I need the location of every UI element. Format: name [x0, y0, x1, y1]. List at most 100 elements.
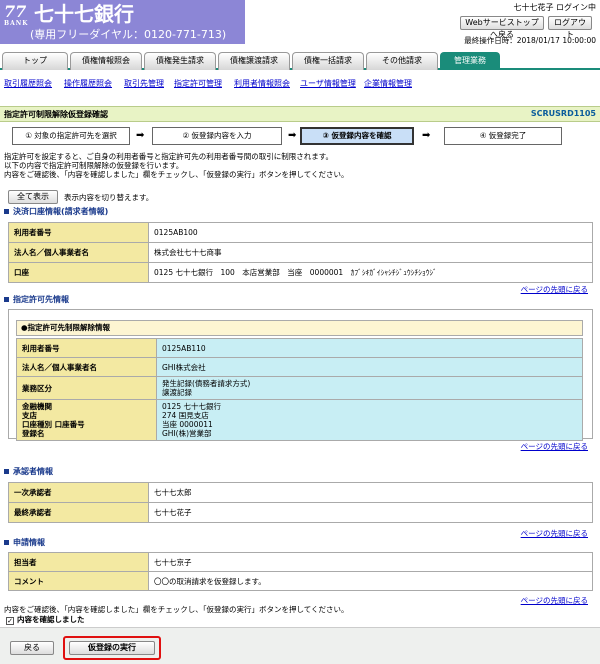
submenu: 取引履歴照会 操作履歴照会 取引先管理 指定許可管理 利用者情報照会 ユーザ情報… — [0, 72, 600, 96]
field-label: 口座種別 口座番号 — [22, 420, 85, 429]
field-value: 0125 七十七銀行 100 本店営業部 当座 0000001 ｶﾌﾞｼｷｶﾞｲ… — [148, 262, 593, 283]
field-label: 口座 — [8, 262, 149, 283]
confirm-checkbox-row[interactable]: ✓ 内容を確認しました — [6, 614, 85, 625]
bank-logo: 77 BANK — [4, 4, 30, 30]
table-row: 口座 0125 七十七銀行 100 本店営業部 当座 0000001 ｶﾌﾞｼｷｶ… — [8, 262, 593, 283]
field-value: 0125AB100 — [148, 222, 593, 243]
business-type-value: 発生記録(債務者請求方式) 譲渡記録 — [156, 376, 583, 400]
field-label: 金融機関 — [22, 402, 52, 411]
web-service-top-button[interactable]: Webサービストップへ戻る — [460, 16, 544, 39]
submenu-company-management[interactable]: 企業情報管理 — [364, 78, 412, 89]
header: 77 BANK 七十七銀行 (専用フリーダイヤル：0120-771-713) 七… — [0, 0, 600, 52]
arrow-icon: ➡ — [422, 130, 431, 141]
permitted-subheading: ●指定許可先制限解除情報 — [16, 320, 583, 336]
step-1: ① 対象の指定許可先を選択 — [12, 127, 130, 145]
tab-claim-issue[interactable]: 債権発生請求 — [144, 52, 216, 70]
application-table: 担当者 七十七京子 コメント 〇〇の取消請求を仮登録します。 — [8, 552, 593, 591]
field-value: 七十七花子 — [148, 502, 593, 523]
table-row: 金融機関 支店 口座種別 口座番号 登録名 0125 七十七銀行 274 国見支… — [16, 399, 583, 441]
account-values: 0125 七十七銀行 274 国見支店 当座 0000011 GHI(株)営業部 — [156, 399, 583, 441]
section-approver-heading: 承認者情報 — [4, 466, 53, 477]
table-row: 利用者番号 0125AB100 — [8, 222, 593, 243]
field-value: 七十七京子 — [148, 552, 593, 572]
page-top-link[interactable]: ページの先頭に戻る — [521, 528, 588, 539]
field-value: 〇〇の取消請求を仮登録します。 — [148, 571, 593, 591]
submenu-user-info[interactable]: 利用者情報照会 — [234, 78, 290, 89]
table-row: 法人名／個人事業者名 株式会社七十七商事 — [8, 242, 593, 263]
table-row: 利用者番号 0125AB110 — [16, 338, 583, 358]
field-label: 一次承認者 — [8, 482, 149, 503]
field-label: 利用者番号 — [8, 222, 149, 243]
step-2: ② 仮登録内容を入力 — [152, 127, 282, 145]
submenu-operation-history[interactable]: 操作履歴照会 — [64, 78, 112, 89]
page-title: 指定許可制限解除仮登録確認 — [4, 110, 108, 119]
step-4: ④ 仮登録完了 — [444, 127, 562, 145]
field-label: 業務区分 — [16, 376, 157, 400]
tab-other-request[interactable]: その他請求 — [366, 52, 438, 70]
back-button[interactable]: 戻る — [10, 641, 54, 655]
bank-name: 七十七銀行 — [34, 2, 134, 26]
field-value: 0125AB110 — [156, 338, 583, 358]
field-label: 利用者番号 — [16, 338, 157, 358]
table-row: 担当者 七十七京子 — [8, 552, 593, 572]
table-row: コメント 〇〇の取消請求を仮登録します。 — [8, 571, 593, 591]
arrow-icon: ➡ — [136, 130, 145, 141]
approver-table: 一次承認者 七十七太郎 最終承認者 七十七花子 — [8, 482, 593, 523]
settlement-table: 利用者番号 0125AB100 法人名／個人事業者名 株式会社七十七商事 口座 012… — [8, 222, 593, 283]
field-label: 最終承認者 — [8, 502, 149, 523]
business-type-line: 発生記録(債務者請求方式) — [162, 379, 251, 388]
field-value: 274 国見支店 — [162, 411, 209, 420]
field-label: 担当者 — [8, 552, 149, 572]
brand-bar: 77 BANK 七十七銀行 (専用フリーダイヤル：0120-771-713) — [0, 0, 245, 44]
table-row: 法人名／個人事業者名 GHI株式会社 — [16, 357, 583, 377]
field-value: GHI株式会社 — [156, 357, 583, 377]
tab-claim-info[interactable]: 債権情報照会 — [70, 52, 142, 70]
show-all-button[interactable]: 全て表示 — [8, 190, 58, 204]
page-title-bar: 指定許可制限解除仮登録確認 SCRUSRD1105 — [0, 106, 600, 122]
last-operation-time: 最終操作日時：2018/01/17 10:00:00 — [464, 36, 596, 45]
main-tabs: トップ 債権情報照会 債権発生請求 債権譲渡請求 債権一括請求 その他請求 管理… — [0, 52, 600, 70]
instruction-line: 内容をご確認後、「内容を確認しました」欄をチェックし、「仮登録の実行」ボタンを押… — [4, 170, 349, 179]
execute-provisional-registration-button[interactable]: 仮登録の実行 — [69, 641, 155, 655]
step-3-current: ③ 仮登録内容を確認 — [300, 127, 414, 145]
field-value: 株式会社七十七商事 — [148, 242, 593, 263]
arrow-icon: ➡ — [288, 130, 297, 141]
confirm-checkbox-label: 内容を確認しました — [17, 615, 85, 624]
step-indicator: ① 対象の指定許可先を選択 ➡ ② 仮登録内容を入力 ➡ ③ 仮登録内容を確認 … — [12, 127, 592, 145]
field-label: 法人名／個人事業者名 — [16, 357, 157, 377]
logo-number: 77 — [4, 2, 27, 21]
tab-top[interactable]: トップ — [2, 52, 68, 70]
field-value: 当座 0000011 — [162, 420, 213, 429]
section-application-heading: 申請情報 — [4, 537, 45, 548]
instruction-line: 以下の内容で指定許可制限解除の仮登録を行います。 — [4, 161, 184, 170]
table-row: 最終承認者 七十七花子 — [8, 502, 593, 523]
field-label: 支店 — [22, 411, 37, 420]
logo-text: BANK — [4, 20, 29, 27]
instruction-line: 指定許可を設定すると、ご自身の利用者番号と指定許可先の利用者番号間の取引に制限さ… — [4, 152, 333, 161]
tab-claim-transfer[interactable]: 債権譲渡請求 — [218, 52, 290, 70]
account-labels: 金融機関 支店 口座種別 口座番号 登録名 — [16, 399, 157, 441]
page-top-link[interactable]: ページの先頭に戻る — [521, 441, 588, 452]
instructions: 指定許可を設定すると、ご自身の利用者番号と指定許可先の利用者番号間の取引に制限さ… — [4, 152, 594, 179]
show-all-description: 表示内容を切り替えます。 — [64, 193, 154, 202]
submenu-partner-management[interactable]: 取引先管理 — [124, 78, 164, 89]
field-value: GHI(株)営業部 — [162, 429, 212, 438]
page-top-link[interactable]: ページの先頭に戻る — [521, 284, 588, 295]
field-label: 登録名 — [22, 429, 45, 438]
tab-management[interactable]: 管理業務 — [440, 52, 500, 70]
submenu-transaction-history[interactable]: 取引履歴照会 — [4, 78, 52, 89]
table-row: 一次承認者 七十七太郎 — [8, 482, 593, 503]
field-label: 法人名／個人事業者名 — [8, 242, 149, 263]
field-label: コメント — [8, 571, 149, 591]
submenu-user-management[interactable]: ユーザ情報管理 — [300, 78, 356, 89]
table-row: 業務区分 発生記録(債務者請求方式) 譲渡記録 — [16, 376, 583, 400]
submenu-permission-management[interactable]: 指定許可管理 — [174, 78, 222, 89]
confirm-checkbox[interactable]: ✓ — [6, 617, 14, 625]
section-permitted-heading: 指定許可先情報 — [4, 294, 69, 305]
page-top-link[interactable]: ページの先頭に戻る — [521, 595, 588, 606]
logout-button[interactable]: ログアウト — [548, 16, 592, 39]
permitted-table: 利用者番号 0125AB110 法人名／個人事業者名 GHI株式会社 業務区分 発生… — [16, 338, 583, 441]
freedial-number: (専用フリーダイヤル：0120-771-713) — [30, 28, 227, 41]
logged-in-user: 七十七花子 ログイン中 — [513, 3, 596, 12]
tab-bulk-request[interactable]: 債権一括請求 — [292, 52, 364, 70]
